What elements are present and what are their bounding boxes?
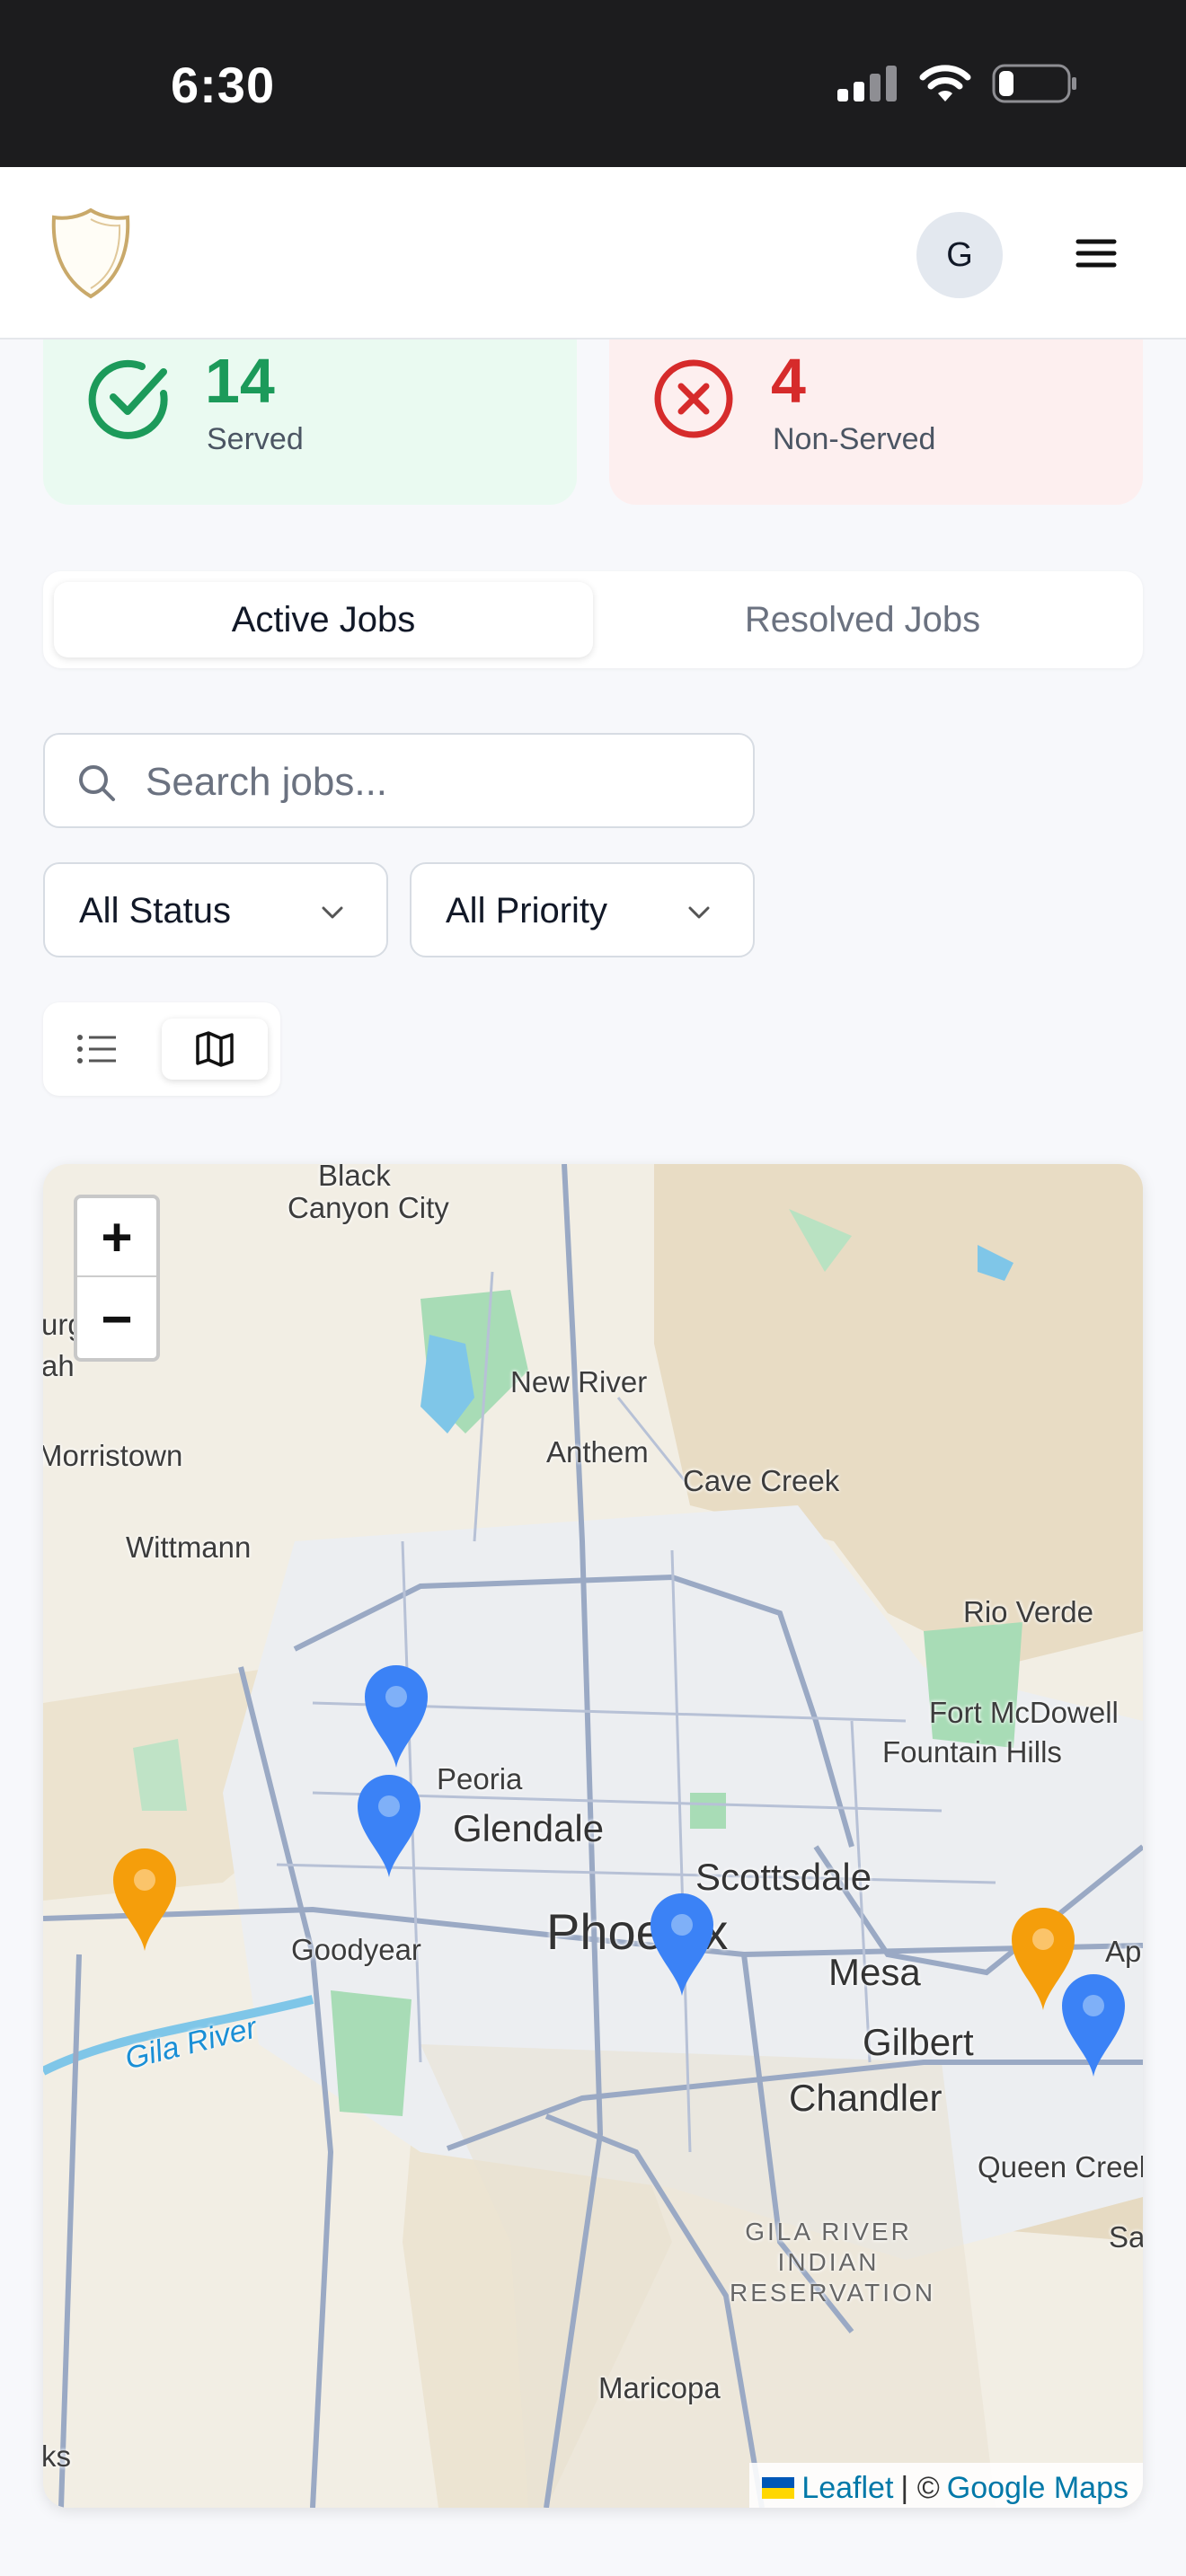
map-label: Scottsdale xyxy=(695,1856,872,1898)
jobs-map[interactable]: Black Canyon City New River Anthem Cave … xyxy=(43,1164,1143,2508)
tab-active-jobs[interactable]: Active Jobs xyxy=(54,582,593,657)
map-label: Ap xyxy=(1105,1935,1142,1968)
priority-filter-select[interactable]: All Priority xyxy=(410,862,755,957)
map-label: Gilbert xyxy=(863,2021,974,2063)
job-tabs: Active Jobs Resolved Jobs xyxy=(43,571,1143,668)
zoom-out-button[interactable]: − xyxy=(77,1279,156,1358)
view-toggle xyxy=(43,1002,280,1096)
non-served-stat-card[interactable]: 4 Non-Served xyxy=(609,340,1143,505)
map-label: Mesa xyxy=(828,1951,921,1993)
map-label: Maricopa xyxy=(598,2371,721,2404)
map-view-button[interactable] xyxy=(162,1019,268,1080)
x-circle-icon xyxy=(654,359,733,438)
map-label: Black xyxy=(318,1164,391,1192)
user-avatar[interactable]: G xyxy=(916,212,1003,298)
map-label: INDIAN xyxy=(777,2248,880,2276)
check-circle-icon xyxy=(88,359,168,439)
signal-icon xyxy=(837,66,897,101)
job-marker-pin-icon[interactable] xyxy=(356,1773,422,1879)
map-label: Fountain Hills xyxy=(882,1735,1062,1769)
shield-logo-icon[interactable] xyxy=(49,207,133,300)
non-served-label: Non-Served xyxy=(773,422,936,456)
map-label: GILA RIVER xyxy=(745,2218,912,2245)
status-filter-select[interactable]: All Status xyxy=(43,862,388,957)
job-marker-pin-icon[interactable] xyxy=(649,1892,715,1998)
search-placeholder: Search jobs... xyxy=(146,760,388,804)
served-stat-card[interactable]: 14 Served xyxy=(43,340,577,505)
chevron-down-icon xyxy=(322,906,343,919)
status-filter-value: All Status xyxy=(79,891,231,931)
map-label: Anthem xyxy=(546,1435,649,1469)
map-label: GILA RIVER INDIAN RESERVATION xyxy=(730,2217,936,2308)
priority-filter-value: All Priority xyxy=(446,891,608,931)
list-view-button[interactable] xyxy=(65,1020,129,1078)
map-label: Glendale xyxy=(453,1807,605,1849)
leaflet-link[interactable]: Leaflet xyxy=(801,2471,893,2506)
map-label: Canyon City xyxy=(288,1191,449,1224)
tab-resolved-jobs[interactable]: Resolved Jobs xyxy=(593,582,1132,657)
map-attribution: Leaflet | © Google Maps xyxy=(749,2463,1143,2508)
chevron-down-icon xyxy=(688,906,710,919)
search-input[interactable]: Search jobs... xyxy=(43,733,755,828)
map-label: Queen Creek xyxy=(978,2150,1143,2183)
status-bar: 6:30 xyxy=(0,0,1186,167)
map-zoom-controls: + − xyxy=(74,1195,160,1362)
wifi-icon xyxy=(919,65,971,101)
map-label: Peoria xyxy=(437,1762,523,1795)
job-marker-pin-icon[interactable] xyxy=(363,1663,429,1769)
map-label: Sa xyxy=(1109,2220,1143,2254)
status-icons xyxy=(836,63,1078,104)
ukraine-flag-icon xyxy=(762,2477,795,2499)
map-label: ah xyxy=(43,1349,75,1382)
battery-icon xyxy=(992,64,1076,103)
map-label: Cave Creek xyxy=(683,1464,840,1497)
map-label: Chandler xyxy=(789,2077,943,2119)
served-count: 14 xyxy=(205,346,275,416)
map-label: New River xyxy=(510,1365,648,1398)
status-time: 6:30 xyxy=(171,57,276,113)
map-label: Morristown xyxy=(43,1439,183,1472)
app-header: G xyxy=(0,167,1186,340)
hamburger-menu-icon[interactable] xyxy=(1069,226,1123,280)
map-label: Wittmann xyxy=(126,1531,252,1564)
zoom-in-button[interactable]: + xyxy=(77,1198,156,1277)
map-label: Goodyear xyxy=(291,1933,421,1966)
job-marker-pin-icon[interactable] xyxy=(111,1847,178,1953)
map-icon xyxy=(196,1031,234,1067)
served-label: Served xyxy=(207,422,304,456)
map-label: Fort McDowell xyxy=(929,1696,1119,1729)
map-label: Rio Verde xyxy=(963,1595,1093,1628)
non-served-count: 4 xyxy=(771,346,806,416)
map-label: ks xyxy=(43,2439,71,2473)
list-icon xyxy=(77,1035,116,1063)
map-label: RESERVATION xyxy=(730,2279,936,2307)
attribution-separator: | © xyxy=(900,2470,940,2505)
avatar-initial: G xyxy=(946,235,973,274)
job-marker-pin-icon[interactable] xyxy=(1060,1972,1127,2078)
search-icon xyxy=(79,765,115,801)
google-maps-link[interactable]: Google Maps xyxy=(947,2471,1128,2506)
